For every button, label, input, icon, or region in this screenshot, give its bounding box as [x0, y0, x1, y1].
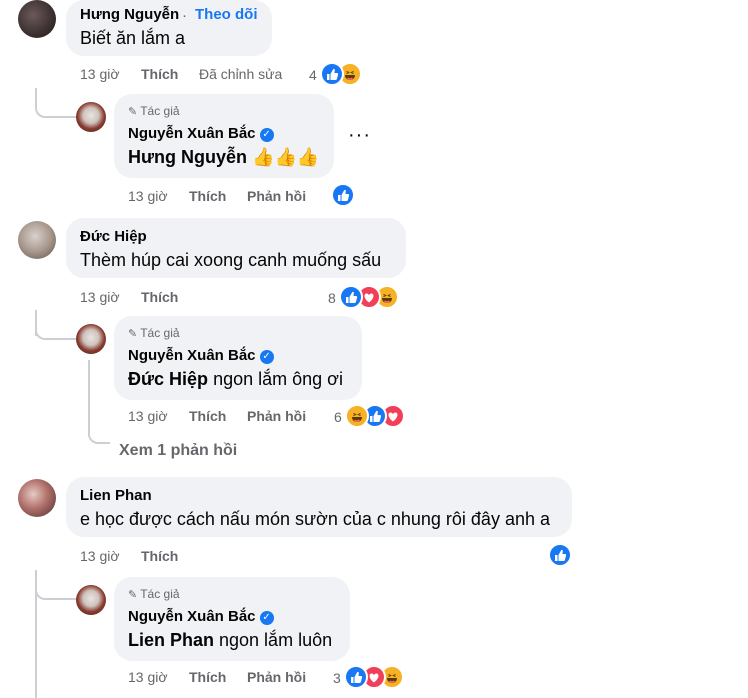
avatar-lien-phan[interactable] — [18, 479, 56, 517]
comment-bubble: Lien Phan e học được cách nấu món sườn c… — [66, 477, 572, 537]
verified-badge-icon: ✓ — [259, 611, 274, 625]
reply-bubble: ✎ Tác giả Nguyễn Xuân Bắc ✓ Hưng Nguyễn 👍👍… — [114, 94, 334, 178]
reply-time[interactable]: 13 giờ — [128, 408, 168, 424]
thread-connector — [35, 572, 77, 600]
like-button[interactable]: Thích — [141, 289, 178, 305]
reply-text: Hưng Nguyễn 👍👍👍 — [128, 147, 320, 167]
haha-icon — [345, 404, 369, 428]
author-badge: ✎ Tác giả — [128, 104, 180, 118]
avatar-nguyen-xuan-bac[interactable] — [76, 585, 106, 615]
verified-badge-icon: ✓ — [259, 350, 274, 364]
reaction-count[interactable]: 4 — [309, 67, 317, 83]
thread-connector — [35, 88, 77, 118]
like-icon — [344, 665, 368, 689]
reply-bubble: ✎ Tác giả Nguyễn Xuân Bắc ✓ Lien Phan ngon… — [114, 577, 350, 661]
more-options-icon[interactable]: ··· — [348, 124, 371, 147]
like-icon — [331, 183, 355, 207]
mention-link[interactable]: Hưng Nguyễn — [128, 147, 247, 167]
like-button[interactable]: Thích — [141, 548, 178, 564]
comment-author[interactable]: Lien Phan — [80, 487, 152, 504]
mention-link[interactable]: Lien Phan — [128, 630, 214, 650]
reply-button[interactable]: Phản hồi — [247, 669, 306, 685]
comment-text: Biết ăn lắm a — [80, 28, 186, 48]
reply-time[interactable]: 13 giờ — [128, 669, 168, 685]
comment-time[interactable]: 13 giờ — [80, 548, 120, 564]
avatar-duc-hiep[interactable] — [18, 221, 56, 259]
reply-author[interactable]: Nguyễn Xuân Bắc ✓ — [128, 347, 274, 364]
thread-connector — [35, 312, 77, 340]
separator-dot: · — [182, 7, 187, 24]
reply-author[interactable]: Nguyễn Xuân Bắc ✓ — [128, 608, 274, 625]
pen-icon: ✎ — [128, 589, 138, 601]
pen-icon: ✎ — [128, 328, 138, 340]
avatar-nguyen-xuan-bac[interactable] — [76, 102, 106, 132]
comment-time[interactable]: 13 giờ — [80, 66, 120, 82]
comment-bubble: Đức Hiệp Thèm húp cai xoong canh muống s… — [66, 218, 406, 278]
thread-connector — [88, 420, 110, 444]
reply-button[interactable]: Phản hồi — [247, 188, 306, 204]
comment-text: e học được cách nấu món sườn của c nhung… — [80, 509, 550, 529]
like-icon — [339, 285, 363, 309]
comment-text: Thèm húp cai xoong canh muống sấu — [80, 250, 382, 270]
comment-author[interactable]: Đức Hiệp — [80, 228, 147, 245]
reaction-count[interactable]: 3 — [333, 670, 341, 686]
view-replies-link[interactable]: Xem 1 phản hồi — [119, 442, 237, 460]
mention-link[interactable]: Đức Hiệp — [128, 369, 208, 389]
like-button[interactable]: Thích — [141, 66, 178, 82]
like-icon — [548, 543, 572, 567]
reaction-icons[interactable] — [344, 665, 408, 689]
author-badge: ✎ Tác giả — [128, 326, 180, 340]
follow-link[interactable]: Theo dõi — [195, 6, 258, 23]
pen-icon: ✎ — [128, 106, 138, 118]
like-button[interactable]: Thích — [189, 408, 226, 424]
reply-text: Đức Hiệp ngon lắm ông ơi — [128, 369, 343, 389]
reaction-count[interactable]: 6 — [334, 409, 342, 425]
reaction-icons[interactable] — [345, 404, 409, 428]
author-badge: ✎ Tác giả — [128, 587, 180, 601]
comment-time[interactable]: 13 giờ — [80, 289, 120, 305]
like-button[interactable]: Thích — [189, 669, 226, 685]
reply-button[interactable]: Phản hồi — [247, 408, 306, 424]
comment-author[interactable]: Hưng Nguyễn — [80, 6, 179, 23]
comment-bubble: Hưng Nguyễn · Theo dõi Biết ăn lắm a — [66, 0, 272, 56]
verified-badge-icon: ✓ — [259, 128, 274, 142]
reply-text: Lien Phan ngon lắm luôn — [128, 630, 333, 650]
reaction-icons[interactable] — [320, 62, 364, 86]
reply-time[interactable]: 13 giờ — [128, 188, 168, 204]
edited-label: Đã chỉnh sửa — [199, 66, 283, 82]
reaction-icons[interactable] — [339, 285, 403, 309]
reaction-count[interactable]: 8 — [328, 290, 336, 306]
reaction-icons[interactable] — [331, 183, 355, 207]
avatar-nguyen-xuan-bac[interactable] — [76, 324, 106, 354]
reply-bubble: ✎ Tác giả Nguyễn Xuân Bắc ✓ Đức Hiệp ngon … — [114, 316, 362, 400]
reply-author[interactable]: Nguyễn Xuân Bắc ✓ — [128, 125, 274, 142]
avatar-hung-nguyen[interactable] — [18, 0, 56, 38]
reaction-icons[interactable] — [548, 543, 572, 567]
like-button[interactable]: Thích — [189, 188, 226, 204]
like-icon — [320, 62, 344, 86]
